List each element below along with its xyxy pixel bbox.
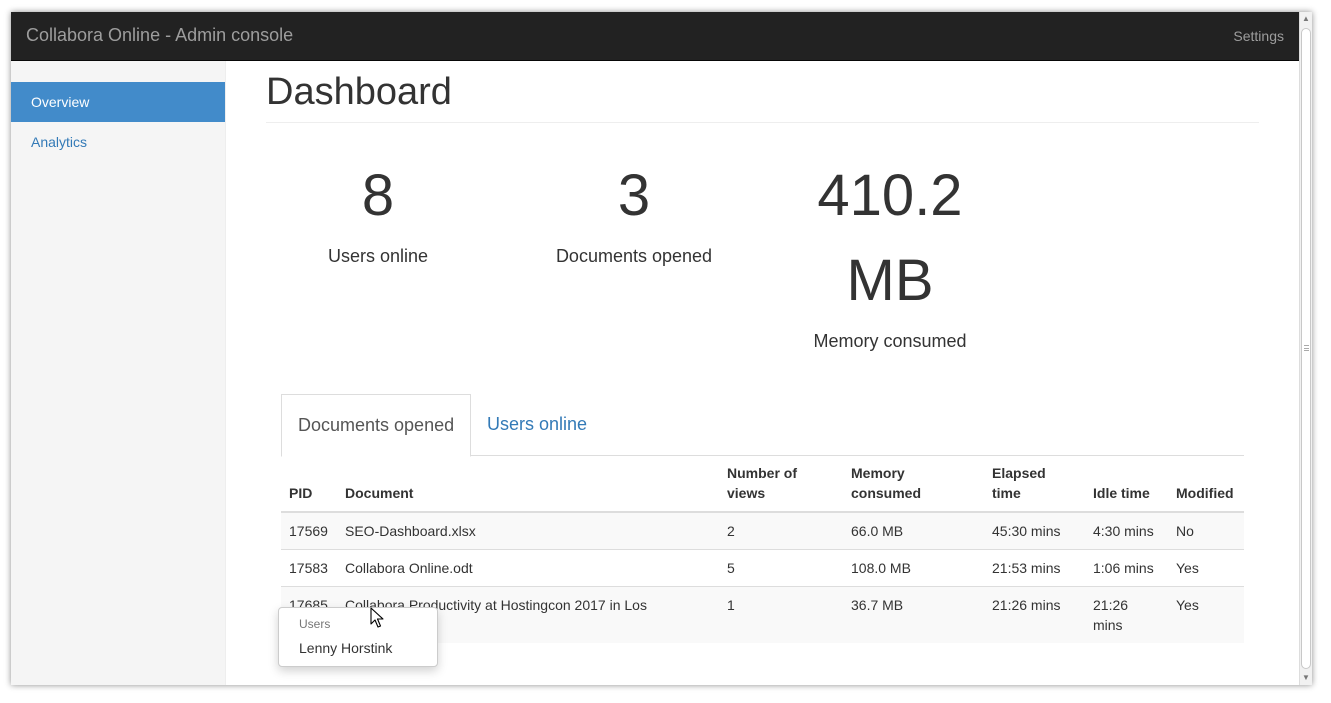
- cell-idle: 4:30 mins: [1085, 511, 1168, 550]
- app-brand[interactable]: Collabora Online - Admin console: [26, 25, 293, 46]
- cell-views: 1: [719, 586, 843, 643]
- mouse-pointer-icon: [370, 607, 384, 628]
- cell-idle: 21:26 mins: [1085, 586, 1168, 643]
- tab-documents-opened[interactable]: Documents opened: [281, 394, 472, 457]
- stat-users-online: 8 Users online: [250, 153, 506, 267]
- stat-label: Memory consumed: [813, 331, 967, 351]
- cell-views: 5: [719, 549, 843, 587]
- sidebar-item-analytics[interactable]: Analytics: [11, 122, 225, 162]
- cell-pid: 17583: [281, 549, 337, 587]
- settings-link[interactable]: Settings: [1233, 28, 1284, 44]
- vertical-scrollbar[interactable]: ▲ ▼: [1299, 12, 1312, 685]
- main-content: Dashboard 8 Users online 3 Documents ope…: [226, 61, 1299, 685]
- cell-elapsed: 21:53 mins: [984, 549, 1085, 587]
- title-divider: [266, 122, 1259, 123]
- browser-window: Collabora Online - Admin console Setting…: [11, 12, 1312, 685]
- stat-label: Documents opened: [555, 246, 713, 266]
- table-row[interactable]: 17569 SEO-Dashboard.xlsx 2 66.0 MB 45:30…: [281, 511, 1244, 550]
- page-title: Dashboard: [266, 71, 452, 113]
- scroll-down-arrow-icon[interactable]: ▼: [1300, 671, 1312, 685]
- cell-views: 2: [719, 511, 843, 550]
- table-row[interactable]: 17583 Collabora Online.odt 5 108.0 MB 21…: [281, 549, 1244, 587]
- sidebar: Overview Analytics: [11, 61, 226, 685]
- column-header-modified[interactable]: Modified: [1168, 463, 1244, 513]
- stat-value: 8: [361, 163, 395, 228]
- column-header-elapsed[interactable]: Elapsed time: [984, 463, 1085, 513]
- stat-value-unit: MB: [846, 248, 934, 313]
- sidebar-item-label: Overview: [31, 94, 90, 110]
- cell-document[interactable]: SEO-Dashboard.xlsx: [337, 511, 719, 550]
- column-header-pid[interactable]: PID: [281, 463, 337, 513]
- tab-bar: Documents opened Users online: [281, 394, 1244, 457]
- cell-modified: Yes: [1168, 586, 1244, 643]
- cell-memory: 36.7 MB: [843, 586, 984, 643]
- column-header-views[interactable]: Number of views: [719, 463, 843, 513]
- column-header-document[interactable]: Document: [337, 463, 719, 513]
- column-header-idle[interactable]: Idle time: [1085, 463, 1168, 513]
- cell-idle: 1:06 mins: [1085, 549, 1168, 587]
- cell-elapsed: 21:26 mins: [984, 586, 1085, 643]
- cell-pid: 17569: [281, 511, 337, 550]
- cell-elapsed: 45:30 mins: [984, 511, 1085, 550]
- popover-header: Users: [299, 617, 331, 631]
- stat-memory-consumed: 410.2 MB Memory consumed: [762, 153, 1018, 352]
- stat-label: Users online: [327, 246, 429, 266]
- cell-document[interactable]: Collabora Online.odt: [337, 549, 719, 587]
- scrollbar-thumb[interactable]: [1301, 28, 1311, 669]
- stat-value: 3: [617, 163, 651, 228]
- grip-icon: [1304, 345, 1309, 351]
- stat-value: 410.2: [817, 163, 963, 228]
- sidebar-item-overview[interactable]: Overview: [11, 82, 225, 122]
- table-header-row: PID Document Number of views Memory cons…: [281, 463, 1244, 513]
- top-navbar: Collabora Online - Admin console Setting…: [11, 12, 1299, 61]
- sidebar-item-label: Analytics: [31, 134, 88, 150]
- cell-modified: No: [1168, 511, 1244, 550]
- popover-user-item[interactable]: Lenny Horstink: [299, 640, 392, 656]
- cell-memory: 66.0 MB: [843, 511, 984, 550]
- stat-documents-opened: 3 Documents opened: [506, 153, 762, 267]
- users-popover: Users Lenny Horstink: [278, 607, 438, 667]
- cell-modified: Yes: [1168, 549, 1244, 587]
- cell-memory: 108.0 MB: [843, 549, 984, 587]
- tab-users-online[interactable]: Users online: [471, 394, 603, 456]
- scroll-up-arrow-icon[interactable]: ▲: [1300, 12, 1312, 26]
- column-header-memory[interactable]: Memory consumed: [843, 463, 984, 513]
